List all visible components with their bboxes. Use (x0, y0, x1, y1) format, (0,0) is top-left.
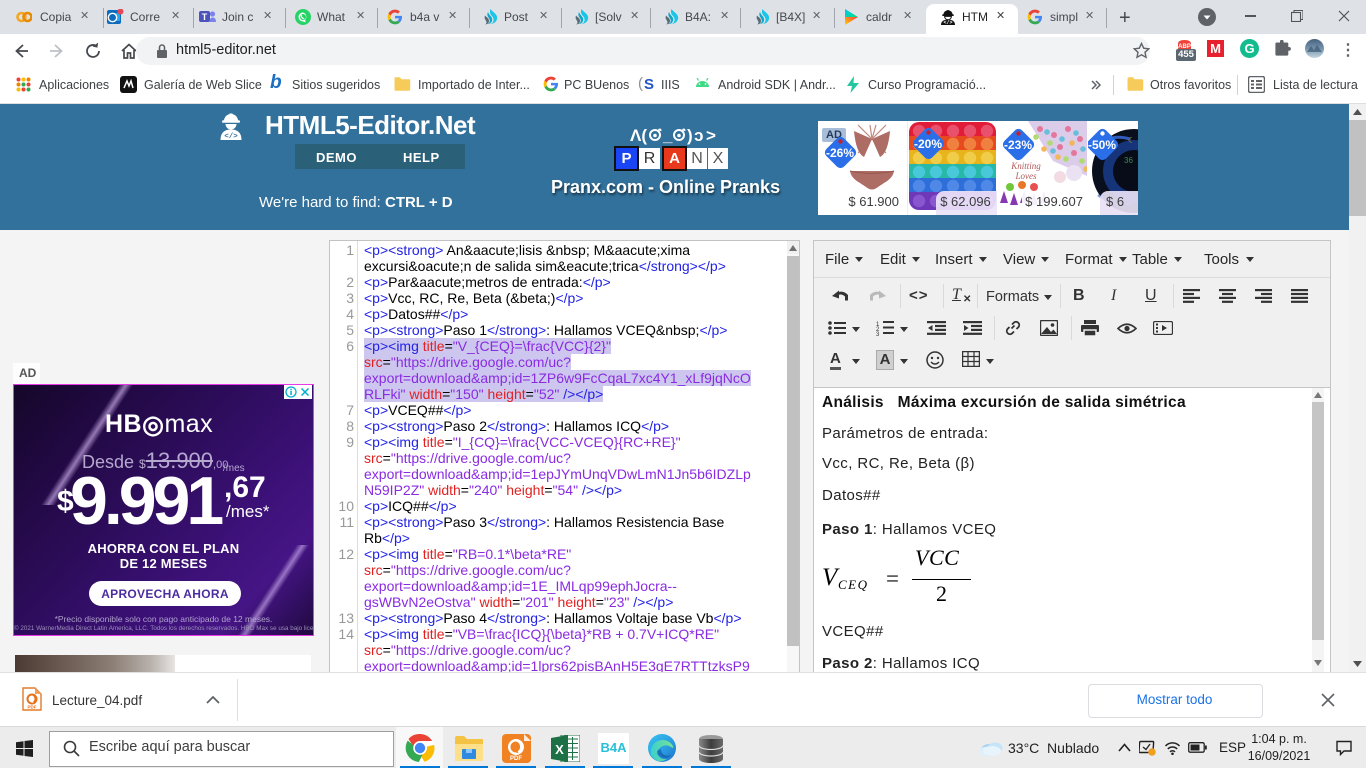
svg-text:3: 3 (876, 332, 880, 336)
svg-text:-20%: -20% (914, 137, 942, 151)
svg-text:-26%: -26% (826, 146, 854, 160)
svg-text:36: 36 (1124, 156, 1133, 165)
svg-text:☾: ☾ (1128, 136, 1135, 145)
svg-text:-50%: -50% (1088, 138, 1116, 152)
svg-text:PDF: PDF (28, 705, 37, 710)
svg-text:PDF: PDF (510, 756, 522, 762)
svg-text:X: X (555, 742, 564, 757)
svg-text:-23%: -23% (1004, 138, 1032, 152)
svg-text:T: T (202, 12, 208, 22)
svg-text:</>: </> (224, 133, 238, 141)
svg-text:Loves: Loves (1015, 171, 1037, 181)
svg-text:</>: </> (943, 20, 952, 25)
